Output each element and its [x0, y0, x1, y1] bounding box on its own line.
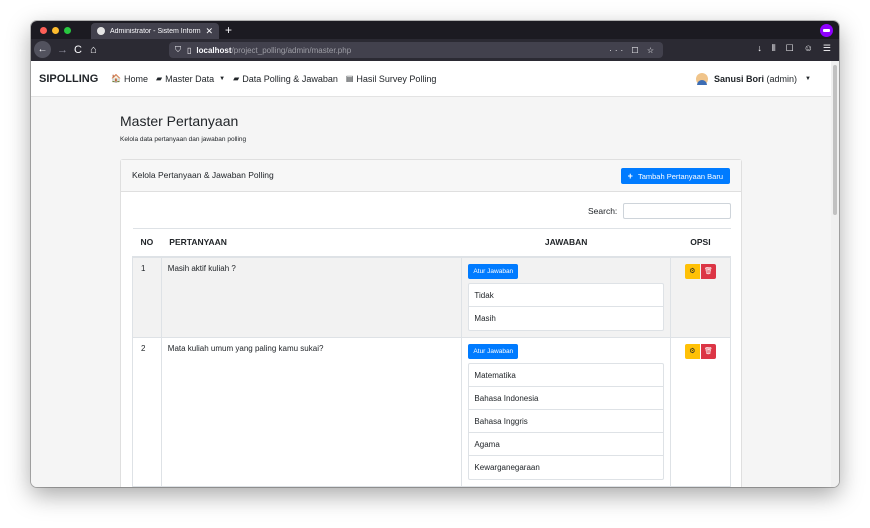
chevron-down-icon: ▼	[219, 75, 226, 82]
brand-logo[interactable]: SIPOLLING	[39, 73, 98, 85]
browser-window: Administrator - Sistem Informa ✕ + ← → C…	[31, 21, 839, 487]
private-mask-icon	[820, 24, 833, 37]
url-path: /project_polling/admin/master.php	[231, 45, 352, 55]
answer-list: Tidak Masih	[468, 282, 664, 331]
app-navbar: SIPOLLING 🏠 Home ▰ Master Data ▼ ▰ Data …	[31, 61, 831, 97]
row-number: 1	[132, 256, 162, 338]
url-actions[interactable]: ··· ☐ ☆	[609, 46, 657, 55]
nav-links: 🏠 Home ▰ Master Data ▼ ▰ Data Polling & …	[111, 74, 436, 84]
tab-title: Administrator - Sistem Informa	[110, 27, 202, 35]
page-content: SIPOLLING 🏠 Home ▰ Master Data ▼ ▰ Data …	[31, 61, 831, 487]
url-bar[interactable]: ⛉ ▯ localhost/project_polling/admin/mast…	[169, 42, 663, 58]
nav-home-label: Home	[123, 73, 148, 84]
forward-button[interactable]: →	[57, 43, 68, 57]
options-cell: ⚙ 🗑	[669, 336, 732, 487]
browser-tab[interactable]: Administrator - Sistem Informa ✕	[91, 23, 219, 39]
card-title: Kelola Pertanyaan & Jawaban Polling	[132, 170, 274, 180]
back-button[interactable]: ←	[34, 41, 51, 58]
delete-trash-icon[interactable]: 🗑	[700, 343, 716, 359]
table-header-row: NO PERTANYAAN JAWABAN OPSI	[132, 228, 731, 258]
nav-master-data-label: Master Data	[165, 73, 215, 84]
page-icon: ▯	[187, 45, 192, 55]
url-host: localhost	[196, 45, 232, 55]
tab-close-icon[interactable]: ✕	[205, 26, 213, 36]
page-title: Master Pertanyaan	[120, 113, 239, 129]
browser-toolbar: ← → C ⌂ ⛉ ▯ localhost/project_polling/ad…	[31, 39, 839, 61]
search-input[interactable]	[623, 203, 731, 219]
tab-strip: Administrator - Sistem Informa ✕ +	[31, 21, 839, 39]
col-pertanyaan[interactable]: PERTANYAAN	[161, 228, 462, 258]
option-buttons: ⚙ 🗑	[684, 263, 716, 279]
answer-item: Kewarganegaraan	[474, 462, 540, 472]
nav-hasil-survey-label: Hasil Survey Polling	[356, 73, 437, 84]
maximize-window-button[interactable]	[64, 27, 71, 34]
sidebar-icon[interactable]: ☐	[786, 43, 794, 54]
home-button[interactable]: ⌂	[90, 43, 97, 57]
search-label: Search:	[588, 206, 618, 216]
table-row: 2 Mata kuliah umum yang paling kamu suka…	[132, 336, 732, 487]
folder-icon: ▰	[233, 74, 240, 83]
answer-cell: Atur Jawaban Tidak Masih	[461, 256, 671, 338]
user-menu[interactable]: Sanusi Bori (admin) ▼	[696, 72, 811, 85]
nav-hasil-survey[interactable]: ▤ Hasil Survey Polling	[346, 74, 437, 84]
answer-item: Agama	[469, 433, 663, 456]
minimize-window-button[interactable]	[52, 27, 59, 34]
table-row: 1 Masih aktif kuliah ? Atur Jawaban Tida…	[132, 256, 732, 338]
page-subtitle: Kelola data pertanyaan dan jawaban polli…	[120, 136, 247, 143]
library-icon[interactable]: ⫴	[772, 43, 776, 54]
answer-item: Tidak	[469, 284, 663, 307]
atur-jawaban-button[interactable]: Atur Jawaban	[468, 263, 519, 279]
col-no[interactable]: NO	[132, 228, 162, 258]
url-text[interactable]: localhost/project_polling/admin/master.p…	[196, 46, 351, 55]
reload-button[interactable]: C	[74, 43, 82, 57]
row-number: 2	[132, 336, 162, 487]
home-icon: 🏠	[111, 74, 121, 83]
nav-data-polling[interactable]: ▰ Data Polling & Jawaban	[233, 74, 338, 84]
close-window-button[interactable]	[40, 27, 47, 34]
favicon-icon	[97, 27, 105, 35]
edit-gear-icon[interactable]: ⚙	[684, 263, 700, 279]
question-card: Kelola Pertanyaan & Jawaban Polling + Ta…	[120, 159, 742, 487]
delete-trash-icon[interactable]: 🗑	[700, 263, 716, 279]
edit-gear-icon[interactable]: ⚙	[684, 343, 700, 359]
nav-data-polling-label: Data Polling & Jawaban	[242, 73, 338, 84]
answer-item: Bahasa Inggris	[469, 410, 663, 433]
add-question-label: Tambah Pertanyaan Baru	[637, 171, 723, 181]
answer-list: Matematika Bahasa Indonesia Bahasa Inggr…	[468, 362, 664, 480]
col-opsi[interactable]: OPSI	[670, 228, 731, 258]
scrollbar-thumb[interactable]	[833, 65, 837, 215]
new-tab-button[interactable]: +	[225, 22, 232, 38]
question-text: Masih aktif kuliah ?	[160, 256, 463, 338]
chevron-down-icon: ▼	[805, 75, 811, 82]
download-icon[interactable]: ↓	[757, 43, 762, 54]
user-name: Sanusi Bori	[714, 73, 765, 84]
card-header: Kelola Pertanyaan & Jawaban Polling + Ta…	[121, 160, 741, 192]
toolbar-right-icons: ↓ ⫴ ☐ ☺ ☰	[757, 43, 831, 54]
question-table: NO PERTANYAAN JAWABAN OPSI 1 Masih aktif…	[132, 228, 732, 487]
answer-item: Bahasa Indonesia	[469, 387, 663, 410]
account-icon[interactable]: ☺	[804, 43, 813, 54]
document-icon: ▤	[345, 74, 354, 83]
avatar	[696, 72, 708, 85]
col-jawaban[interactable]: JAWABAN	[461, 228, 671, 258]
shield-icon[interactable]: ⛉	[175, 45, 181, 55]
nav-master-data[interactable]: ▰ Master Data ▼	[156, 74, 225, 84]
options-cell: ⚙ 🗑	[669, 256, 732, 338]
menu-icon[interactable]: ☰	[823, 43, 831, 54]
user-role: (admin)	[766, 73, 798, 84]
nav-home[interactable]: 🏠 Home	[111, 74, 148, 84]
answer-cell: Atur Jawaban Matematika Bahasa Indonesia…	[461, 336, 671, 487]
add-question-button[interactable]: + Tambah Pertanyaan Baru	[620, 168, 730, 184]
page-scrollbar[interactable]	[831, 61, 839, 487]
question-text: Mata kuliah umum yang paling kamu sukai?	[160, 336, 463, 487]
plus-icon: +	[627, 171, 633, 181]
option-buttons: ⚙ 🗑	[684, 343, 716, 359]
answer-item: Matematika	[469, 364, 663, 387]
answer-item: Masih	[474, 313, 496, 323]
atur-jawaban-button[interactable]: Atur Jawaban	[468, 343, 519, 359]
folder-icon: ▰	[155, 74, 163, 83]
